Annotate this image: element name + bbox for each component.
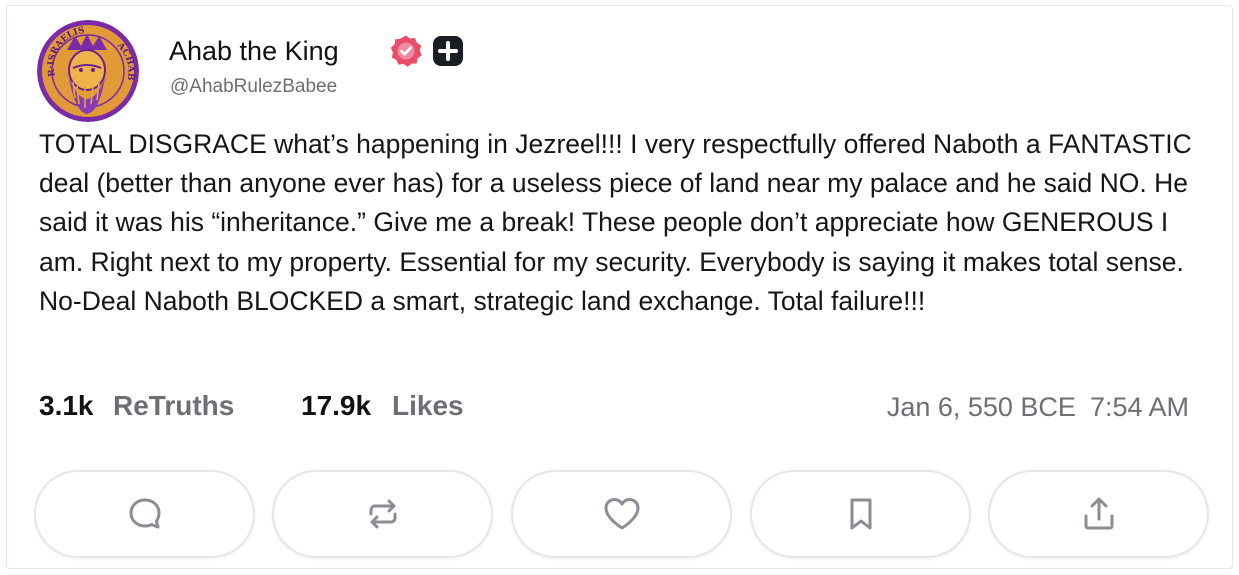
likes-stat[interactable]: 17.9k Likes	[301, 390, 464, 422]
avatar[interactable]: R·ISRAELIS ACHAB	[37, 20, 139, 122]
post-date: Jan 6, 550 BCE	[886, 392, 1076, 422]
retruths-stat[interactable]: 3.1k ReTruths	[39, 390, 234, 422]
bookmark-icon	[850, 498, 871, 530]
post-card: R·ISRAELIS ACHAB Ahab the King @AhabRule…	[6, 5, 1233, 569]
post-text: TOTAL DISGRACE what’s happening in Jezre…	[39, 129, 1192, 316]
like-button[interactable]	[511, 470, 732, 558]
post-stats: 3.1k ReTruths 17.9k Likes Jan 6, 550 BCE…	[39, 390, 1189, 430]
action-bar	[34, 470, 1209, 560]
retruth-button[interactable]	[272, 470, 493, 558]
likes-count: 17.9k	[301, 390, 372, 421]
bookmark-button[interactable]	[750, 470, 971, 558]
repost-arrows-icon	[369, 499, 396, 529]
retruths-count: 3.1k	[39, 390, 94, 421]
author-handle[interactable]: @AhabRulezBabee	[170, 76, 337, 98]
verified-badge-icon	[389, 34, 423, 73]
heart-icon	[604, 498, 639, 530]
royal-coin-portrait-icon: R·ISRAELIS ACHAB	[37, 20, 139, 122]
comment-bubble-icon	[129, 498, 160, 529]
retruths-label: ReTruths	[113, 390, 235, 421]
likes-label: Likes	[392, 390, 464, 421]
share-upload-icon	[1084, 497, 1113, 530]
post-time: 7:54 AM	[1089, 392, 1189, 422]
plus-badge-icon	[431, 34, 465, 73]
share-button[interactable]	[988, 470, 1209, 558]
post-timestamp: Jan 6, 550 BCE 7:54 AM	[887, 392, 1189, 423]
author-name[interactable]: Ahab the King	[169, 36, 339, 67]
reply-button[interactable]	[34, 470, 255, 558]
